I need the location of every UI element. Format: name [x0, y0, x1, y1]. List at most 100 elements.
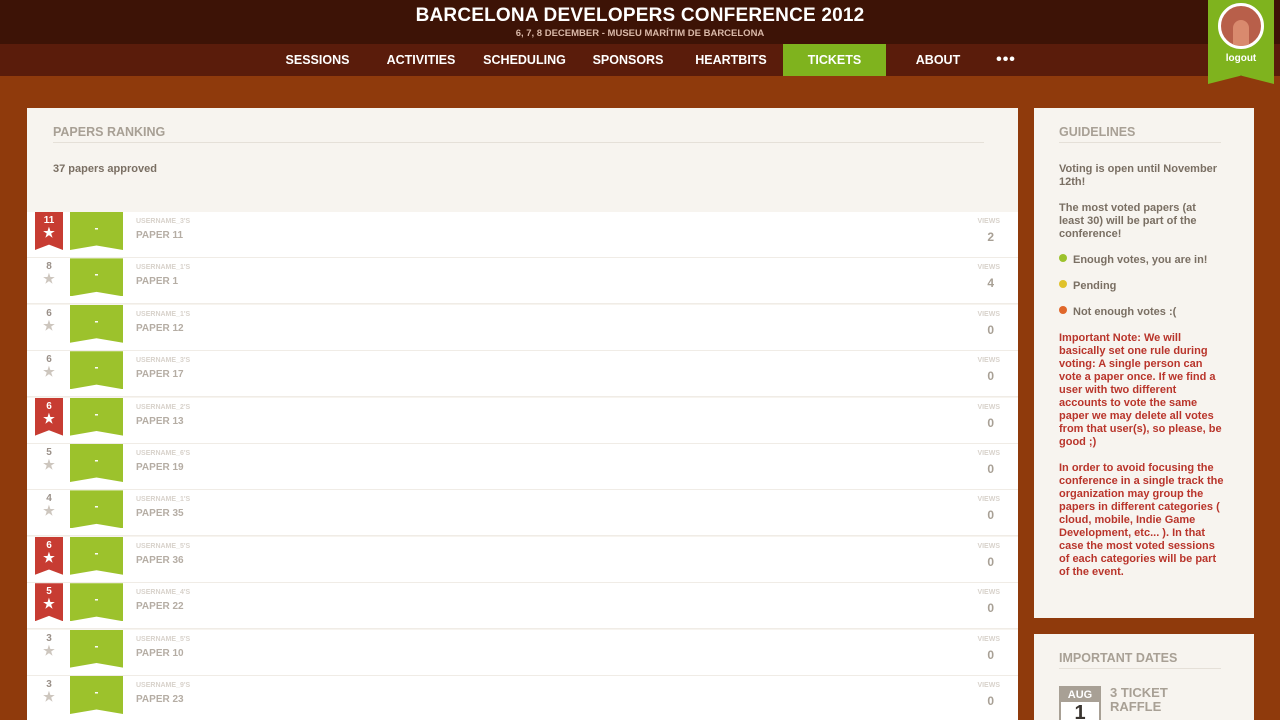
- vote-badge[interactable]: 3 ★: [35, 630, 63, 668]
- paper-row[interactable]: 11 ★ - USERNAME_3'S PAPER 11 VIEWS 2: [27, 212, 1018, 258]
- vote-badge[interactable]: 6 ★: [35, 536, 63, 575]
- nav-sponsors[interactable]: SPONSORS: [583, 44, 673, 76]
- paper-row[interactable]: 6 ★ - USERNAME_2'S PAPER 13 VIEWS 0: [27, 397, 1018, 444]
- important-dates-panel: IMPORTANT DATES AUG 1 3 TICKET RAFFLE: [1034, 634, 1254, 720]
- approved-count: 37 papers approved: [53, 163, 157, 175]
- paper-author: USERNAME_3'S: [136, 218, 191, 225]
- yellow-dot-icon: [1059, 280, 1067, 288]
- nav-scheduling[interactable]: SCHEDULING: [478, 44, 571, 76]
- paper-title[interactable]: PAPER 17: [136, 369, 184, 380]
- star-icon[interactable]: ★: [35, 643, 63, 658]
- star-icon[interactable]: ★: [35, 365, 63, 379]
- paper-author: USERNAME_5'S: [136, 542, 191, 550]
- title-bar: BARCELONA DEVELOPERS CONFERENCE 2012 6, …: [0, 0, 1280, 44]
- guidelines-panel: GUIDELINES Voting is open until November…: [1034, 108, 1254, 618]
- nav-sessions[interactable]: SESSIONS: [271, 44, 364, 76]
- paper-row[interactable]: 3 ★ - USERNAME_9'S PAPER 23 VIEWS 0: [27, 676, 1018, 720]
- star-icon[interactable]: ★: [35, 411, 63, 426]
- paper-row[interactable]: 4 ★ - USERNAME_1'S PAPER 35 VIEWS 0: [27, 490, 1018, 537]
- paper-row[interactable]: 6 ★ - USERNAME_3'S PAPER 17 VIEWS 0: [27, 351, 1018, 398]
- paper-ribbon-icon[interactable]: -: [70, 629, 123, 668]
- vote-badge[interactable]: 11 ★: [35, 212, 63, 250]
- vote-badge[interactable]: 6 ★: [35, 351, 63, 389]
- paper-author: USERNAME_1'S: [136, 496, 191, 504]
- paper-author: USERNAME_5'S: [136, 635, 191, 643]
- paper-title[interactable]: PAPER 1: [136, 276, 178, 287]
- legend-enough: Enough votes, you are in!: [1059, 254, 1207, 266]
- paper-ribbon-icon[interactable]: -: [70, 397, 123, 436]
- site-title[interactable]: BARCELONA DEVELOPERS CONFERENCE 2012: [0, 0, 1280, 27]
- paper-title[interactable]: PAPER 13: [136, 416, 184, 427]
- star-icon[interactable]: ★: [35, 690, 63, 704]
- vote-badge[interactable]: 8 ★: [35, 258, 63, 296]
- paper-ribbon-icon[interactable]: -: [70, 676, 123, 714]
- papers-ranking-panel: PAPERS RANKING 37 papers approved 11 ★ - US…: [27, 108, 1018, 720]
- views-count: 0: [987, 415, 994, 430]
- paper-ribbon-icon[interactable]: -: [70, 212, 123, 250]
- paper-title[interactable]: PAPER 12: [136, 323, 184, 334]
- paper-title[interactable]: PAPER 35: [136, 508, 184, 519]
- paper-title[interactable]: PAPER 10: [136, 648, 184, 659]
- more-menu-icon[interactable]: •••: [986, 44, 1026, 76]
- paper-row[interactable]: 8 ★ - USERNAME_1'S PAPER 1 VIEWS 4: [27, 258, 1018, 305]
- legend-pending: Pending: [1059, 280, 1116, 292]
- paper-ribbon-icon[interactable]: -: [70, 490, 123, 529]
- paper-row[interactable]: 6 ★ - USERNAME_1'S PAPER 12 VIEWS 0: [27, 304, 1018, 351]
- paper-row[interactable]: 6 ★ - USERNAME_5'S PAPER 36 VIEWS 0: [27, 536, 1018, 583]
- nav-heartbits[interactable]: HEARTBITS: [686, 44, 776, 76]
- star-icon[interactable]: ★: [35, 458, 63, 472]
- vote-badge[interactable]: 5 ★: [35, 583, 63, 622]
- date-event[interactable]: 3 TICKET RAFFLE: [1110, 686, 1210, 714]
- green-dot-icon: [1059, 254, 1067, 262]
- views-count: 0: [987, 647, 994, 662]
- paper-ribbon-icon[interactable]: -: [70, 351, 123, 390]
- legend-not-enough: Not enough votes :(: [1059, 306, 1176, 318]
- star-icon[interactable]: ★: [35, 226, 63, 240]
- paper-title[interactable]: PAPER 11: [136, 230, 183, 241]
- views-count: 0: [987, 322, 994, 337]
- vote-count: 6: [46, 400, 52, 412]
- star-icon[interactable]: ★: [35, 504, 63, 518]
- paper-row[interactable]: 5 ★ - USERNAME_6'S PAPER 19 VIEWS 0: [27, 444, 1018, 490]
- paper-row[interactable]: 5 ★ - USERNAME_4'S PAPER 22 VIEWS 0: [27, 583, 1018, 630]
- divider: [53, 142, 984, 143]
- paper-ribbon-icon[interactable]: -: [70, 583, 123, 622]
- vote-count: 6: [46, 354, 52, 366]
- paper-author: USERNAME_3'S: [136, 357, 191, 365]
- paper-title[interactable]: PAPER 36: [136, 555, 184, 566]
- user-badge[interactable]: logout: [1208, 0, 1274, 84]
- vote-count: 5: [46, 586, 52, 598]
- nav-tickets[interactable]: TICKETS: [783, 44, 886, 76]
- paper-ribbon-icon[interactable]: -: [70, 304, 123, 343]
- vote-badge[interactable]: 3 ★: [35, 676, 63, 714]
- paper-ribbon-icon[interactable]: -: [70, 258, 123, 297]
- vote-badge[interactable]: 6 ★: [35, 397, 63, 436]
- paper-title[interactable]: PAPER 22: [136, 601, 184, 612]
- views-label: VIEWS: [977, 403, 1000, 411]
- paper-row[interactable]: 3 ★ - USERNAME_5'S PAPER 10 VIEWS 0: [27, 629, 1018, 676]
- views-count: 0: [987, 601, 994, 616]
- vote-count: 6: [46, 307, 52, 319]
- calendar-date-icon: AUG 1: [1059, 686, 1101, 720]
- divider: [1059, 668, 1221, 669]
- important-note: Important Note: We will basically set on…: [1059, 332, 1222, 448]
- star-icon[interactable]: ★: [35, 550, 63, 565]
- tracks-note: In order to avoid focusing the conferenc…: [1059, 462, 1224, 578]
- paper-ribbon-icon[interactable]: -: [70, 536, 123, 575]
- views-count: 0: [987, 694, 994, 708]
- vote-badge[interactable]: 5 ★: [35, 444, 63, 482]
- vote-badge[interactable]: 4 ★: [35, 490, 63, 528]
- nav-activities[interactable]: ACTIVITIES: [376, 44, 466, 76]
- star-icon[interactable]: ★: [35, 318, 63, 333]
- vote-badge[interactable]: 6 ★: [35, 305, 63, 343]
- user-avatar-icon[interactable]: [1218, 3, 1264, 49]
- star-icon[interactable]: ★: [35, 272, 63, 286]
- paper-ribbon-icon[interactable]: -: [70, 444, 123, 482]
- paper-title[interactable]: PAPER 23: [136, 694, 184, 705]
- logout-link[interactable]: logout: [1208, 53, 1274, 64]
- legend-label: Not enough votes :(: [1073, 306, 1177, 318]
- paper-title[interactable]: PAPER 19: [136, 462, 184, 473]
- nav-about[interactable]: ABOUT: [893, 44, 983, 76]
- views-label: VIEWS: [977, 218, 1000, 225]
- star-icon[interactable]: ★: [35, 597, 63, 611]
